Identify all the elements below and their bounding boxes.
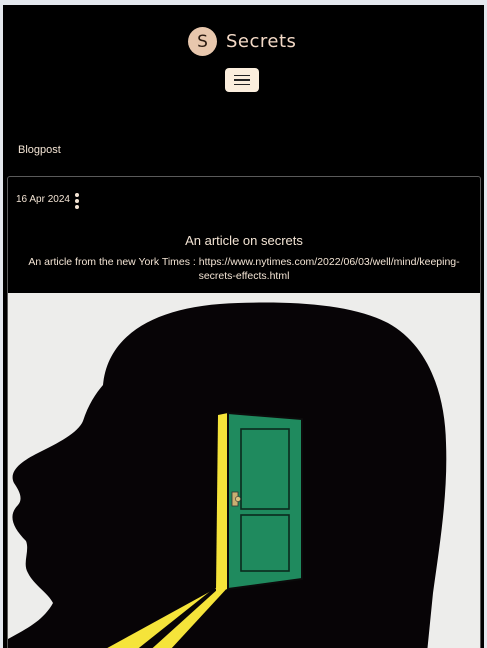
app-frame: S Secrets Blogpost 16 Apr 2024 An articl… [3, 5, 484, 648]
more-options-icon[interactable] [74, 193, 80, 209]
post-image [8, 293, 480, 648]
site-title: Secrets [226, 31, 297, 52]
post-card: 16 Apr 2024 An article on secrets An art… [7, 176, 481, 648]
hamburger-menu-button[interactable] [225, 68, 259, 92]
hamburger-icon [234, 74, 250, 77]
avatar: S [188, 27, 217, 56]
post-date: 16 Apr 2024 [16, 194, 70, 205]
site-brand[interactable]: S Secrets [188, 27, 296, 56]
post-description: An article from the new York Times : htt… [28, 256, 460, 282]
breadcrumb[interactable]: Blogpost [18, 144, 61, 156]
post-title: An article on secrets [185, 233, 303, 248]
